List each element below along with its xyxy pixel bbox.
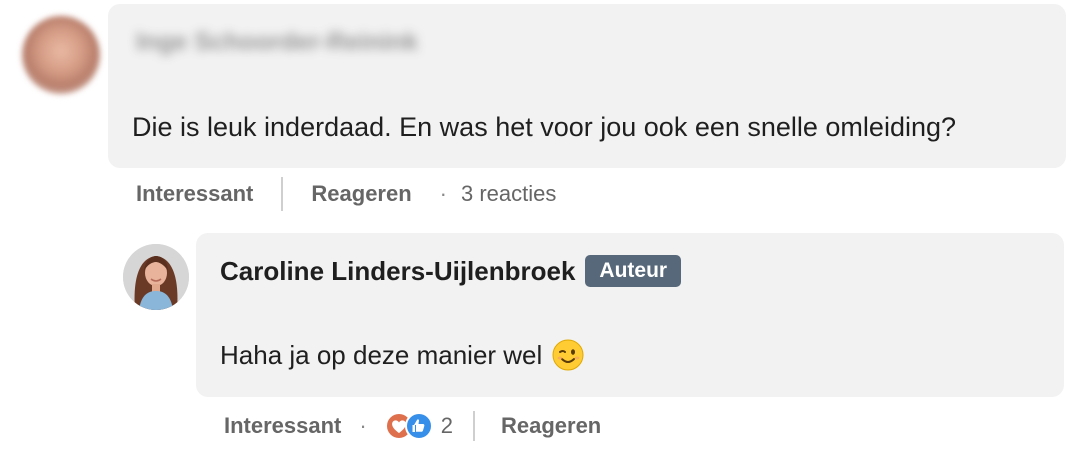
author-badge: Auteur xyxy=(585,255,682,287)
reply-count-link[interactable]: 3 reacties xyxy=(461,181,556,207)
reactions-summary[interactable]: 2 xyxy=(384,412,453,440)
reply-author-name[interactable]: Caroline Linders-Uijlenbroek xyxy=(220,256,575,287)
comment-author-name[interactable]: Inge Schoorder-Reinink xyxy=(136,28,418,57)
action-divider xyxy=(472,411,475,441)
reply-text: Haha ja op deze manier wel xyxy=(220,339,543,370)
reply-text-row: Haha ja op deze manier wel xyxy=(220,339,584,371)
reply-author-avatar[interactable] xyxy=(123,244,189,310)
like-reaction-icon xyxy=(404,412,433,440)
reply-author-row: Caroline Linders-Uijlenbroek Auteur xyxy=(220,255,682,287)
winking-face-icon xyxy=(552,339,584,371)
separator-dot: · xyxy=(359,413,367,438)
reply-interesting-button[interactable]: Interessant xyxy=(224,413,341,439)
reply-button[interactable]: Reageren xyxy=(311,181,411,207)
reply-bubble: Caroline Linders-Uijlenbroek Auteur Haha… xyxy=(196,233,1064,397)
reply-actions: Interessant · 2 Reageren xyxy=(224,408,601,444)
separator-dot: · xyxy=(439,181,447,206)
comment-text: Die is leuk inderdaad. En was het voor j… xyxy=(132,112,957,142)
interesting-button[interactable]: Interessant xyxy=(136,181,253,207)
action-divider xyxy=(281,177,284,211)
comment-bubble: Inge Schoorder-Reinink Die is leuk inder… xyxy=(108,4,1066,168)
reaction-count: 2 xyxy=(440,413,453,438)
comment-actions: Interessant Reageren · 3 reacties xyxy=(136,176,556,212)
commenter-avatar[interactable] xyxy=(22,16,100,94)
reply-reply-button[interactable]: Reageren xyxy=(501,413,601,439)
